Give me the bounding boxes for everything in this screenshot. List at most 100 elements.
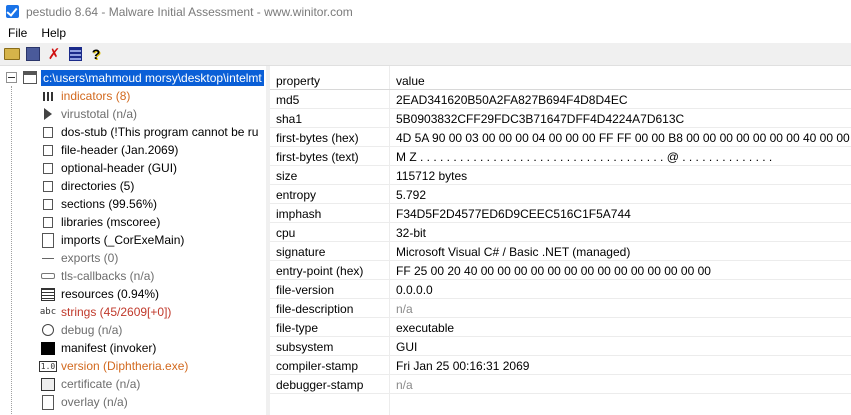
table-row[interactable]: compiler-stamp Fri Jan 25 00:16:31 2069 xyxy=(270,356,851,375)
tree-item[interactable]: resources (0.94%) xyxy=(40,285,159,303)
table-row[interactable]: md5 2EAD341620B50A2FA827B694F4D8D4EC xyxy=(270,90,851,109)
tree-item[interactable]: abc strings (45/2609[+0]) xyxy=(40,303,172,321)
table-row[interactable]: subsystem GUI xyxy=(270,337,851,356)
tree-item[interactable]: certificate (n/a) xyxy=(40,375,140,393)
tree-item[interactable]: indicators (8) xyxy=(40,87,130,105)
tree-item[interactable]: imports (_CorExeMain) xyxy=(40,231,184,249)
tree-item-label: certificate (n/a) xyxy=(61,377,141,391)
table-row[interactable]: imphash F34D5F2D4577ED6D9CEEC516C1F5A744 xyxy=(270,204,851,223)
tree-item[interactable]: tls-callbacks (n/a) xyxy=(40,267,154,285)
menu-file[interactable]: File xyxy=(2,26,33,40)
tree-item[interactable]: 1.0 version (Diphtheria.exe) xyxy=(38,357,188,375)
table-row[interactable]: first-bytes (text) M Z . . . . . . . . . … xyxy=(270,147,851,166)
tree-item-label: imports (_CorExeMain) xyxy=(61,233,185,247)
header-value[interactable]: value xyxy=(396,74,425,88)
menu-help[interactable]: Help xyxy=(35,26,72,40)
property-value: n/a xyxy=(396,378,413,392)
tree-item[interactable]: virustotal (n/a) xyxy=(40,105,137,123)
table-row[interactable]: signature Microsoft Visual C# / Basic .NE… xyxy=(270,242,851,261)
property-value: GUI xyxy=(396,340,418,354)
box-icon xyxy=(40,125,56,139)
play-icon xyxy=(40,107,56,121)
properties-pane: property value md5 2EAD341620B50A2FA827B6… xyxy=(270,66,851,415)
tree-item-label: manifest (invoker) xyxy=(61,341,157,355)
save-button[interactable] xyxy=(24,45,42,63)
property-name: file-version xyxy=(276,283,335,297)
close-icon: ✗ xyxy=(47,45,61,63)
tree-pane[interactable]: c:\users\mahmoud morsy\desktop\intelmt i… xyxy=(0,66,267,415)
tree-root-node[interactable]: c:\users\mahmoud morsy\desktop\intelmt xyxy=(0,68,266,87)
tree-item[interactable]: debug (n/a) xyxy=(40,321,122,339)
property-name: compiler-stamp xyxy=(276,359,359,373)
tree-item-label: directories (5) xyxy=(61,179,135,193)
properties-header: property value xyxy=(270,71,851,90)
property-name: first-bytes (hex) xyxy=(276,131,359,145)
table-row[interactable]: file-version 0.0.0.0 xyxy=(270,280,851,299)
tree-item[interactable]: libraries (mscoree) xyxy=(40,213,160,231)
toolbar: ✗ ? xyxy=(0,43,851,66)
property-name: subsystem xyxy=(276,340,334,354)
play-icon-glyph xyxy=(44,108,52,120)
bars-icon-glyph xyxy=(43,91,53,101)
version-badge: 1.0 xyxy=(38,360,58,372)
box-icon-glyph xyxy=(43,162,53,174)
window-title: pestudio 8.64 - Malware Initial Assessme… xyxy=(26,4,353,19)
close-button[interactable]: ✗ xyxy=(45,45,63,63)
title-bar: pestudio 8.64 - Malware Initial Assessme… xyxy=(0,0,851,23)
save-icon xyxy=(26,47,40,61)
table-row[interactable]: entropy 5.792 xyxy=(270,185,851,204)
tree-item[interactable]: exports (0) xyxy=(40,249,118,267)
tree-item-label: virustotal (n/a) xyxy=(61,107,138,121)
box-icon-glyph xyxy=(43,216,53,228)
tree-item[interactable]: overlay (n/a) xyxy=(40,393,128,411)
table-row[interactable]: cpu 32-bit xyxy=(270,223,851,242)
table-row[interactable]: size 115712 bytes xyxy=(270,166,851,185)
folder-open-icon xyxy=(4,48,20,60)
property-name: cpu xyxy=(276,226,296,240)
property-value: n/a xyxy=(396,302,413,316)
tree-item[interactable]: manifest (invoker) xyxy=(40,339,156,357)
doc-icon-glyph xyxy=(42,232,54,248)
app-check-icon xyxy=(6,5,19,18)
property-value: Microsoft Visual C# / Basic .NET (manage… xyxy=(396,245,631,259)
open-button[interactable] xyxy=(3,45,21,63)
tree-item-label: optional-header (GUI) xyxy=(61,161,178,175)
tree-item-label: strings (45/2609[+0]) xyxy=(61,305,172,319)
tree-item-label: file-header (Jan.2069) xyxy=(61,143,179,157)
property-value: FF 25 00 20 40 00 00 00 00 00 00 00 00 0… xyxy=(396,264,711,278)
key-icon xyxy=(40,269,56,283)
table-row[interactable]: file-type executable xyxy=(270,318,851,337)
tree-item[interactable]: directories (5) xyxy=(40,177,134,195)
tree-item[interactable]: dos-stub (!This program cannot be ru xyxy=(40,123,258,141)
certificate-icon xyxy=(40,377,56,391)
property-value: 2EAD341620B50A2FA827B694F4D8D4EC xyxy=(396,93,628,107)
property-name: imphash xyxy=(276,207,322,221)
table-row[interactable]: file-description n/a xyxy=(270,299,851,318)
tree-item[interactable]: file-header (Jan.2069) xyxy=(40,141,178,159)
table-row[interactable]: first-bytes (hex) 4D 5A 90 00 03 00 00 00… xyxy=(270,128,851,147)
tree-item-label: exports (0) xyxy=(61,251,119,265)
certificate-icon-glyph xyxy=(41,377,55,391)
dash-icon xyxy=(40,251,56,265)
tree-item-label: dos-stub (!This program cannot be ru xyxy=(61,125,259,139)
property-name: signature xyxy=(276,245,326,259)
header-property[interactable]: property xyxy=(276,74,320,88)
property-value: 0.0.0.0 xyxy=(396,283,433,297)
tree-root-label: c:\users\mahmoud morsy\desktop\intelmt xyxy=(41,69,264,86)
list-button[interactable] xyxy=(66,45,84,63)
collapse-icon[interactable] xyxy=(6,72,17,83)
property-name: file-type xyxy=(276,321,319,335)
property-name: entry-point (hex) xyxy=(276,264,364,278)
tree-item-label: libraries (mscoree) xyxy=(61,215,161,229)
table-row[interactable]: entry-point (hex) FF 25 00 20 40 00 00 00… xyxy=(270,261,851,280)
help-button[interactable]: ? xyxy=(87,45,105,63)
box-icon-glyph xyxy=(43,144,53,156)
box-icon xyxy=(40,179,56,193)
help-icon: ? xyxy=(91,46,101,62)
version-icon: 1.0 xyxy=(38,359,58,373)
tree-item[interactable]: optional-header (GUI) xyxy=(40,159,177,177)
tree-item[interactable]: sections (99.56%) xyxy=(40,195,157,213)
tree-item-label: tls-callbacks (n/a) xyxy=(61,269,155,283)
table-row[interactable]: debugger-stamp n/a xyxy=(270,375,851,394)
table-row[interactable]: sha1 5B0903832CFF29FDC3B71647DFF4D4224A7D… xyxy=(270,109,851,128)
